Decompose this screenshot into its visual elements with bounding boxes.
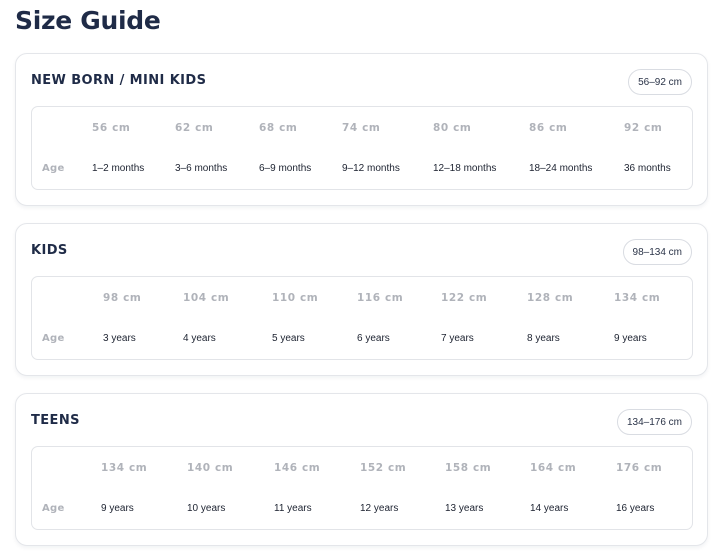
age-cell: 8 years: [527, 333, 560, 344]
size-header: 164 cm: [530, 462, 577, 474]
age-row-label: Age: [42, 503, 65, 514]
size-section-kids: KIDS 98–134 cm Age 98 cm 3 years 104 cm 4 …: [15, 223, 708, 376]
size-header: 122 cm: [441, 292, 488, 304]
size-header: 62 cm: [175, 122, 214, 134]
age-cell: 10 years: [187, 503, 226, 514]
age-cell: 9 years: [614, 333, 647, 344]
size-table: Age 134 cm 9 years 140 cm 10 years 146 cm 1…: [31, 446, 693, 530]
age-row-label: Age: [42, 163, 65, 174]
size-header: 86 cm: [529, 122, 568, 134]
age-cell: 16 years: [616, 503, 655, 514]
size-section-newborn: NEW BORN / MINI KIDS 56–92 cm Age 56 cm 1…: [15, 53, 708, 206]
size-table: Age 98 cm 3 years 104 cm 4 years 110 cm 5 y…: [31, 276, 693, 360]
age-cell: 14 years: [530, 503, 569, 514]
size-header: 74 cm: [342, 122, 381, 134]
age-cell: 12 years: [360, 503, 399, 514]
range-badge: 134–176 cm: [616, 409, 692, 435]
page-title: Size Guide: [15, 6, 161, 35]
age-row-label: Age: [42, 333, 65, 344]
section-title: KIDS: [31, 243, 68, 258]
age-cell: 18–24 months: [529, 163, 593, 174]
size-header: 134 cm: [614, 292, 661, 304]
size-header: 56 cm: [92, 122, 131, 134]
age-cell: 9 years: [101, 503, 134, 514]
size-header: 92 cm: [624, 122, 663, 134]
size-header: 158 cm: [445, 462, 492, 474]
age-cell: 5 years: [272, 333, 305, 344]
size-header: 98 cm: [103, 292, 142, 304]
size-section-teens: TEENS 134–176 cm Age 134 cm 9 years 140 c…: [15, 393, 708, 546]
range-badge: 56–92 cm: [628, 69, 692, 95]
size-header: 110 cm: [272, 292, 319, 304]
size-header: 140 cm: [187, 462, 234, 474]
age-cell: 7 years: [441, 333, 474, 344]
range-badge: 98–134 cm: [622, 239, 692, 265]
section-title: NEW BORN / MINI KIDS: [31, 73, 207, 88]
size-header: 128 cm: [527, 292, 574, 304]
size-header: 104 cm: [183, 292, 230, 304]
age-cell: 3–6 months: [175, 163, 228, 174]
size-header: 68 cm: [259, 122, 298, 134]
age-cell: 13 years: [445, 503, 484, 514]
size-header: 152 cm: [360, 462, 407, 474]
section-title: TEENS: [31, 413, 80, 428]
age-cell: 1–2 months: [92, 163, 145, 174]
age-cell: 36 months: [624, 163, 671, 174]
size-header: 146 cm: [274, 462, 321, 474]
size-header: 176 cm: [616, 462, 663, 474]
size-header: 116 cm: [357, 292, 404, 304]
age-cell: 6 years: [357, 333, 390, 344]
age-cell: 11 years: [274, 503, 312, 514]
age-cell: 12–18 months: [433, 163, 497, 174]
age-cell: 6–9 months: [259, 163, 312, 174]
size-header: 80 cm: [433, 122, 472, 134]
age-cell: 4 years: [183, 333, 216, 344]
age-cell: 9–12 months: [342, 163, 400, 174]
size-table: Age 56 cm 1–2 months 62 cm 3–6 months 68 c…: [31, 106, 693, 190]
age-cell: 3 years: [103, 333, 136, 344]
size-header: 134 cm: [101, 462, 148, 474]
